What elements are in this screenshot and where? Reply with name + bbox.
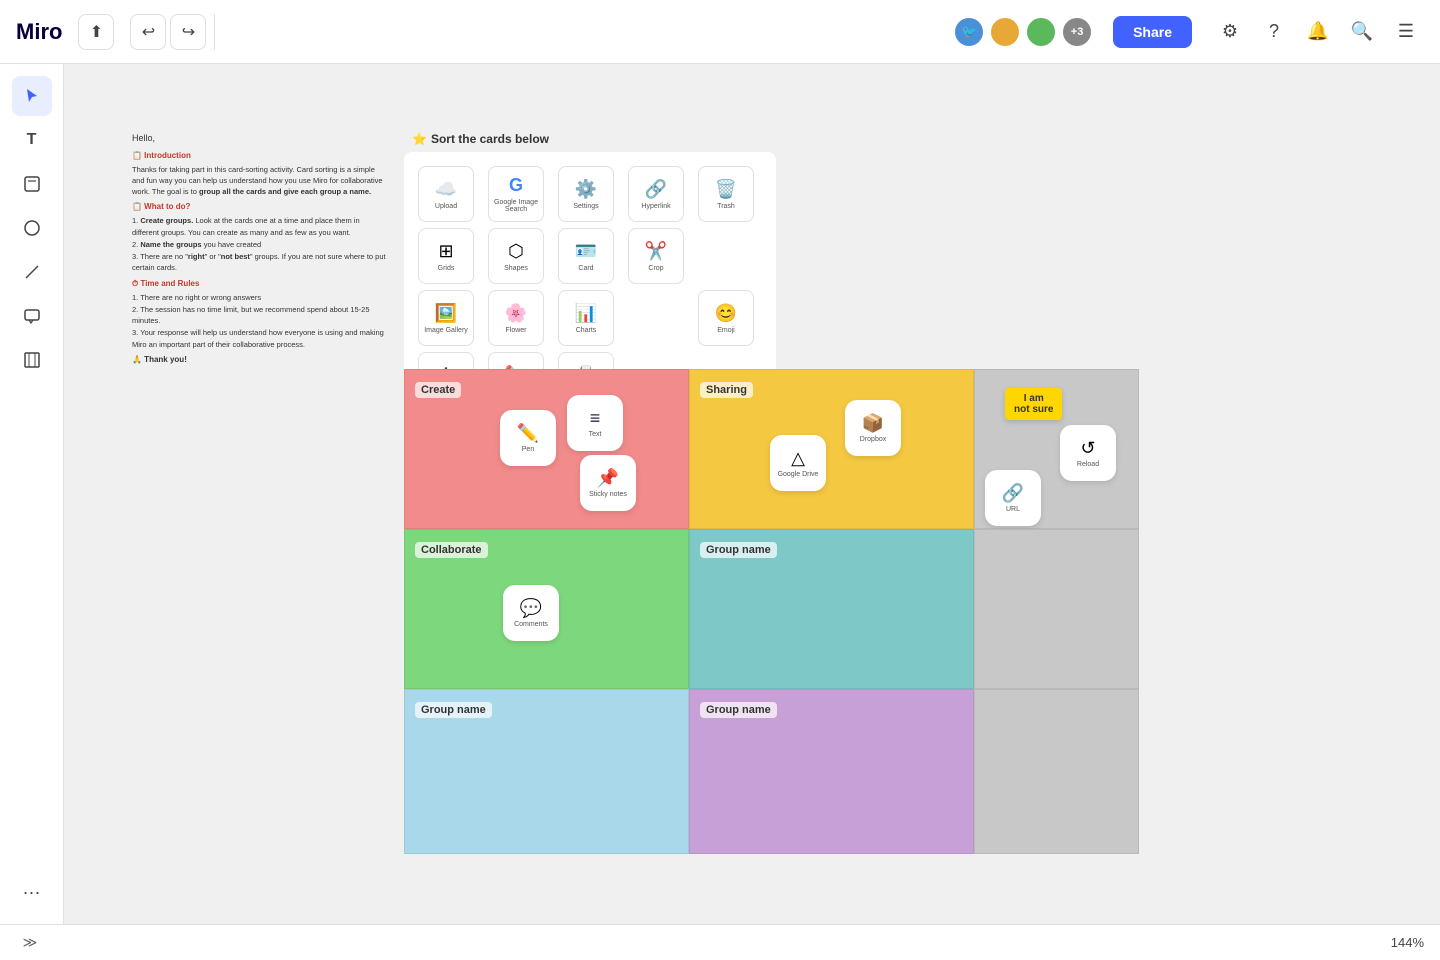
cell-gray-3 — [974, 689, 1139, 854]
miro-logo: Miro — [16, 19, 62, 45]
avatar-1[interactable]: 🐦 — [953, 16, 985, 48]
left-toolbar: T ··· — [0, 64, 64, 924]
cursor-tool[interactable] — [12, 76, 52, 116]
rule3: 3. Your response will help us understand… — [132, 327, 387, 350]
notifications-icon[interactable]: 🔔 — [1300, 14, 1336, 50]
top-navigation: Miro ⬆ ↩ ↪ 🐦 +3 Share ⚙ ? 🔔 🔍 ☰ — [0, 0, 1440, 64]
text-tool[interactable]: T — [12, 120, 52, 160]
intro-heading: 📋 Introduction — [132, 150, 387, 162]
avatar-more[interactable]: +3 — [1061, 16, 1093, 48]
share-button[interactable]: Share — [1113, 16, 1192, 48]
whatodo-heading: 📋 What to do? — [132, 201, 387, 213]
cell-group-name-2: Group name — [404, 689, 689, 854]
card-shapes[interactable]: ⬡ Shapes — [488, 228, 544, 284]
line-tool[interactable] — [12, 252, 52, 292]
tool-card-reload[interactable]: ↺ Reload — [1060, 425, 1116, 481]
comment-tool[interactable] — [12, 296, 52, 336]
step2-text: 2. Name the groups you have created — [132, 239, 387, 250]
collaborators-group: 🐦 +3 — [953, 16, 1093, 48]
sharing-label: Sharing — [700, 382, 753, 398]
card-hyperlink[interactable]: 🔗 Hyperlink — [628, 166, 684, 222]
shape-tool[interactable] — [12, 208, 52, 248]
undo-button[interactable]: ↩ — [130, 14, 166, 50]
card-emoji[interactable]: 😊 Emoji — [698, 290, 754, 346]
avatar-2[interactable] — [989, 16, 1021, 48]
settings-icon[interactable]: ⚙ — [1212, 14, 1248, 50]
create-label: Create — [415, 382, 461, 398]
card-google-image-search[interactable]: G Google Image Search — [488, 166, 544, 222]
cell-group-name-1: Group name — [689, 529, 974, 689]
sort-header-label: Sort the cards below — [431, 132, 549, 146]
tool-card-url[interactable]: 🔗 URL — [985, 470, 1041, 526]
card-empty1 — [698, 228, 754, 284]
cell-sharing: Sharing 📦 Dropbox △ Google Drive — [689, 369, 974, 529]
collaborate-label: Collaborate — [415, 542, 488, 558]
cell-group-name-3: Group name — [689, 689, 974, 854]
tool-card-pen[interactable]: ✏️ Pen — [500, 410, 556, 466]
group-name-3-label: Group name — [700, 702, 777, 718]
tool-card-dropbox[interactable]: 📦 Dropbox — [845, 400, 901, 456]
help-icon[interactable]: ? — [1256, 14, 1292, 50]
sort-header: ⭐ Sort the cards below — [412, 132, 549, 146]
card-crop[interactable]: ✂️ Crop — [628, 228, 684, 284]
card-upload[interactable]: ☁️ Upload — [418, 166, 474, 222]
card-settings[interactable]: ⚙️ Settings — [558, 166, 614, 222]
step3-text: 3. There are no "right" or "not best" gr… — [132, 251, 387, 274]
sort-header-star: ⭐ — [412, 132, 427, 146]
cell-create: Create ✏️ Pen ≡ Text 📌 Sticky notes — [404, 369, 689, 529]
cell-gray-2 — [974, 529, 1139, 689]
hello-text: Hello, — [132, 132, 387, 146]
i-am-not-sure-note: I amnot sure — [1005, 388, 1062, 420]
search-icon[interactable]: 🔍 — [1344, 14, 1380, 50]
card-image-gallery[interactable]: 🖼️ Image Gallery — [418, 290, 474, 346]
group-name-1-label: Group name — [700, 542, 777, 558]
step1-text: 1. Create groups. Look at the cards one … — [132, 215, 387, 238]
rule1: 1. There are no right or wrong answers — [132, 292, 387, 303]
frame-tool[interactable] — [12, 340, 52, 380]
card-card[interactable]: 🪪 Card — [558, 228, 614, 284]
canvas-area[interactable]: Hello, 📋 Introduction Thanks for taking … — [64, 64, 1440, 924]
cell-collaborate: Collaborate 💬 Comments — [404, 529, 689, 689]
cell-i-am-not-sure: I amnot sure ↺ Reload 🔗 URL — [974, 369, 1139, 529]
bottom-bar: ≫ 144% — [0, 924, 1440, 960]
tool-card-comments[interactable]: 💬 Comments — [503, 585, 559, 641]
boards-icon[interactable]: ☰ — [1388, 14, 1424, 50]
tool-card-text[interactable]: ≡ Text — [567, 395, 623, 451]
avatar-3[interactable] — [1025, 16, 1057, 48]
tool-card-google-drive[interactable]: △ Google Drive — [770, 435, 826, 491]
card-grids[interactable]: ⊞ Grids — [418, 228, 474, 284]
thankyou-text: 🙏 Thank you! — [132, 354, 387, 366]
redo-button[interactable]: ↪ — [170, 14, 206, 50]
tool-card-sticky-notes[interactable]: 📌 Sticky notes — [580, 455, 636, 511]
more-tools-button[interactable]: ··· — [12, 872, 52, 912]
card-trash[interactable]: 🗑️ Trash — [698, 166, 754, 222]
time-heading: ⏱ Time and Rules — [132, 278, 387, 290]
zoom-level: 144% — [1391, 935, 1424, 950]
expand-button[interactable]: ≫ — [16, 929, 44, 957]
instructions-panel: Hello, 📋 Introduction Thanks for taking … — [132, 132, 387, 369]
card-charts[interactable]: 📊 Charts — [558, 290, 614, 346]
card-empty2 — [628, 290, 684, 346]
card-flower[interactable]: 🌸 Flower — [488, 290, 544, 346]
upload-button[interactable]: ⬆ — [78, 14, 114, 50]
rule2: 2. The session has no time limit, but we… — [132, 304, 387, 327]
group-name-2-label: Group name — [415, 702, 492, 718]
intro-body: Thanks for taking part in this card-sort… — [132, 164, 387, 198]
sticky-tool[interactable] — [12, 164, 52, 204]
